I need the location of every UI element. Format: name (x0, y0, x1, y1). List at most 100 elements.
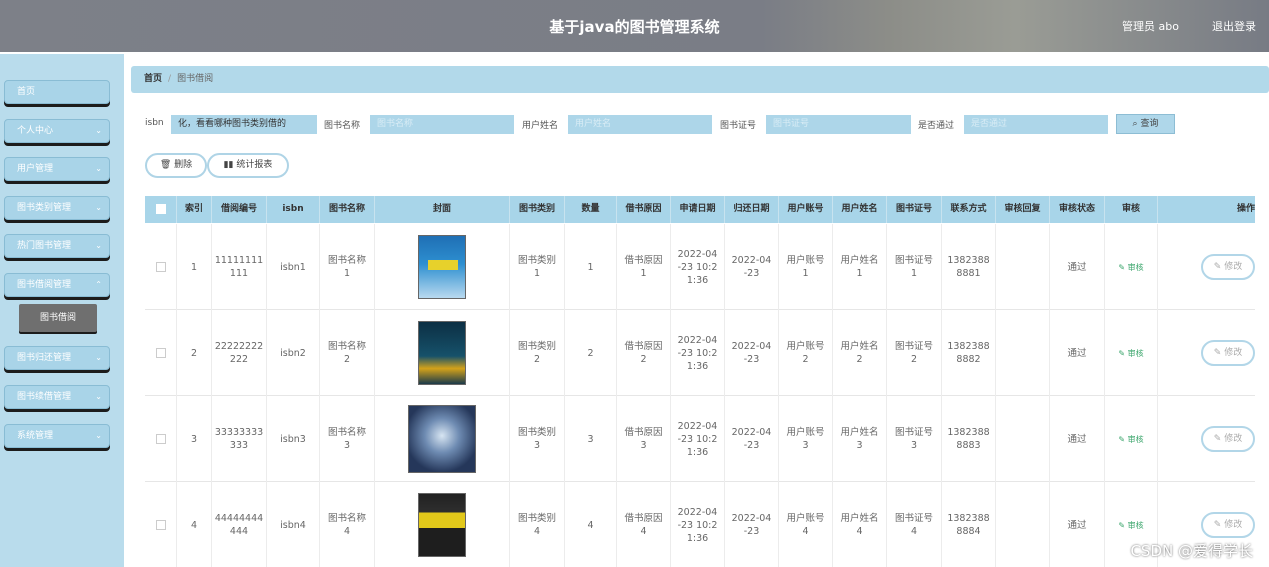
cell-cover (375, 310, 510, 396)
row-checkbox[interactable] (155, 520, 166, 530)
cell-text-line: 图书类别 (517, 427, 556, 438)
review-link[interactable]: ✎ 审核 (1118, 347, 1143, 360)
cell-return-date: 2022-04 -23 (725, 310, 779, 396)
column-header-review: 审核 (1105, 196, 1158, 223)
chevron-icon: ⌄ (95, 353, 102, 362)
logout-link[interactable]: 退出登录 (1212, 18, 1256, 34)
sidebar-item-return-management[interactable]: 图书归还管理 ⌄ (4, 346, 110, 370)
card-no-input[interactable]: 图书证号 (766, 115, 911, 134)
cell-text-line: 1:36 (686, 360, 709, 372)
search-button[interactable]: ⌕ 查询 (1116, 114, 1175, 134)
cell-text: isbn2 (280, 347, 306, 359)
cell-text-line: 111 (229, 268, 249, 279)
cell-text-line: 借书原因 (624, 341, 663, 352)
edit-button[interactable]: ✎ 修改 (1201, 254, 1255, 280)
select-all-checkbox[interactable] (155, 203, 166, 214)
cell-text-line: 1:36 (686, 274, 709, 286)
book-name-input[interactable]: 图书名称 (370, 115, 514, 134)
column-header-isbn: isbn (267, 196, 320, 223)
edit-icon: ✎ (1213, 520, 1225, 530)
cell-quantity: 4 (565, 482, 617, 567)
cell-text-line: 1 (640, 268, 647, 279)
cell-operation: ✎ 修改 (1158, 310, 1255, 396)
sidebar-item-system-management[interactable]: 系统管理 ⌄ (4, 424, 110, 448)
sidebar-item-home[interactable]: 首页 (4, 80, 110, 104)
sidebar-item-borrow-management[interactable]: 图书借阅管理 ⌃ (4, 273, 110, 297)
cell-apply-date: 2022-04 -23 10:2 1:36 (671, 310, 725, 396)
cell-quantity: 1 (565, 224, 617, 310)
cell-text: 2 (587, 347, 594, 359)
cell-text-line: 2022-04 (731, 513, 772, 524)
edit-icon: ✎ (1213, 348, 1225, 358)
breadcrumb-home[interactable]: 首页 (144, 74, 162, 84)
cell-text-line: 图书类别 (517, 341, 556, 352)
approved-input[interactable]: 是否通过 (964, 115, 1108, 134)
cell-borrow-reason: 借书原因 4 (617, 482, 671, 567)
review-link[interactable]: ✎ 审核 (1118, 433, 1143, 446)
column-header-select[interactable] (145, 196, 177, 223)
edit-button[interactable]: ✎ 修改 (1201, 340, 1255, 366)
row-checkbox[interactable] (155, 262, 166, 272)
row-checkbox[interactable] (155, 348, 166, 358)
cell-user-name: 用户姓名 4 (833, 482, 887, 567)
cell-text-line: 3 (640, 440, 647, 451)
cell-text-line: 22222222 (214, 341, 264, 352)
cell-text: 1 (190, 261, 198, 273)
bar-chart-icon: ▮▮ (223, 160, 234, 170)
user-name-input[interactable]: 用户姓名 (568, 115, 712, 134)
cell-text: 2 (190, 347, 198, 359)
cell-review-status: 通过 (1050, 396, 1105, 482)
cell-text-line: 1382388 (947, 341, 990, 352)
column-header-book-category: 图书类别 (510, 196, 565, 223)
table-header: 索引 借阅编号 isbn 图书名称 封面 图书类别 数量 借书原因 申请日期 归还日期 用户账号 用户… (145, 196, 1255, 223)
delete-button[interactable]: 🗑 删除 (145, 153, 207, 178)
column-header-return-date: 归还日期 (725, 196, 779, 223)
cell-borrow-reason: 借书原因 2 (617, 310, 671, 396)
breadcrumb: 首页 / 图书借阅 (131, 66, 1269, 93)
sidebar-subitem-borrow[interactable]: 图书借阅 (19, 304, 97, 332)
cell-text: 4 (587, 519, 594, 531)
isbn-input[interactable]: 化，看看哪种图书类别借的 (171, 115, 317, 134)
sidebar-item-popular-book-management[interactable]: 热门图书管理 ⌄ (4, 234, 110, 258)
cell-isbn: isbn2 (267, 310, 320, 396)
cell-review: ✎ 审核 (1105, 224, 1158, 310)
cell-select (145, 482, 177, 567)
cell-user-name: 用户姓名 3 (833, 396, 887, 482)
book-name-placeholder: 图书名称 (377, 119, 414, 129)
column-header-borrow-no: 借阅编号 (212, 196, 267, 223)
cell-text-line: 4 (910, 526, 918, 537)
cell-borrow-no: 33333333 333 (212, 396, 267, 482)
cell-card-no: 图书证号 3 (887, 396, 942, 482)
cell-apply-date: 2022-04 -23 10:2 1:36 (671, 396, 725, 482)
edit-icon: ✎ (1118, 434, 1128, 444)
cell-text-line: 2 (533, 354, 541, 365)
sidebar-item-user-management[interactable]: 用户管理 ⌄ (4, 157, 110, 181)
review-link[interactable]: ✎ 审核 (1118, 261, 1143, 274)
edit-icon: ✎ (1118, 520, 1128, 530)
breadcrumb-separator: / (168, 74, 172, 84)
cell-cover (375, 396, 510, 482)
cell-text-line: 图书证号 (894, 513, 933, 524)
cell-text-line: -23 10:2 (677, 519, 718, 531)
edit-button[interactable]: ✎ 修改 (1201, 512, 1255, 538)
sidebar-item-renew-management[interactable]: 图书续借管理 ⌄ (4, 385, 110, 409)
cell-text-line: 2022-04 (677, 248, 718, 260)
sidebar-item-book-category-management[interactable]: 图书类别管理 ⌄ (4, 196, 110, 220)
cell-apply-date: 2022-04 -23 10:2 1:36 (671, 482, 725, 567)
user-name-label: 用户姓名 (522, 121, 559, 131)
sidebar-item-personal-center[interactable]: 个人中心 ⌄ (4, 119, 110, 143)
cell-text-line: 2 (343, 354, 351, 365)
cell-text-line: 用户姓名 (840, 427, 879, 438)
edit-button[interactable]: ✎ 修改 (1201, 426, 1255, 452)
admin-user-label[interactable]: 管理员 abo (1122, 18, 1179, 34)
column-header-book-name: 图书名称 (320, 196, 375, 223)
column-header-review-reply: 审核回复 (996, 196, 1050, 223)
cell-text: 3 (190, 433, 198, 445)
watermark: CSDN @爱得学长 (1130, 542, 1253, 560)
review-link[interactable]: ✎ 审核 (1118, 519, 1143, 532)
cell-text-line: 222 (229, 354, 249, 365)
cell-text-line: 2022-04 (731, 255, 772, 266)
row-checkbox[interactable] (155, 434, 166, 444)
stats-report-button[interactable]: ▮▮ 统计报表 (207, 153, 289, 178)
edit-icon: ✎ (1213, 262, 1225, 272)
